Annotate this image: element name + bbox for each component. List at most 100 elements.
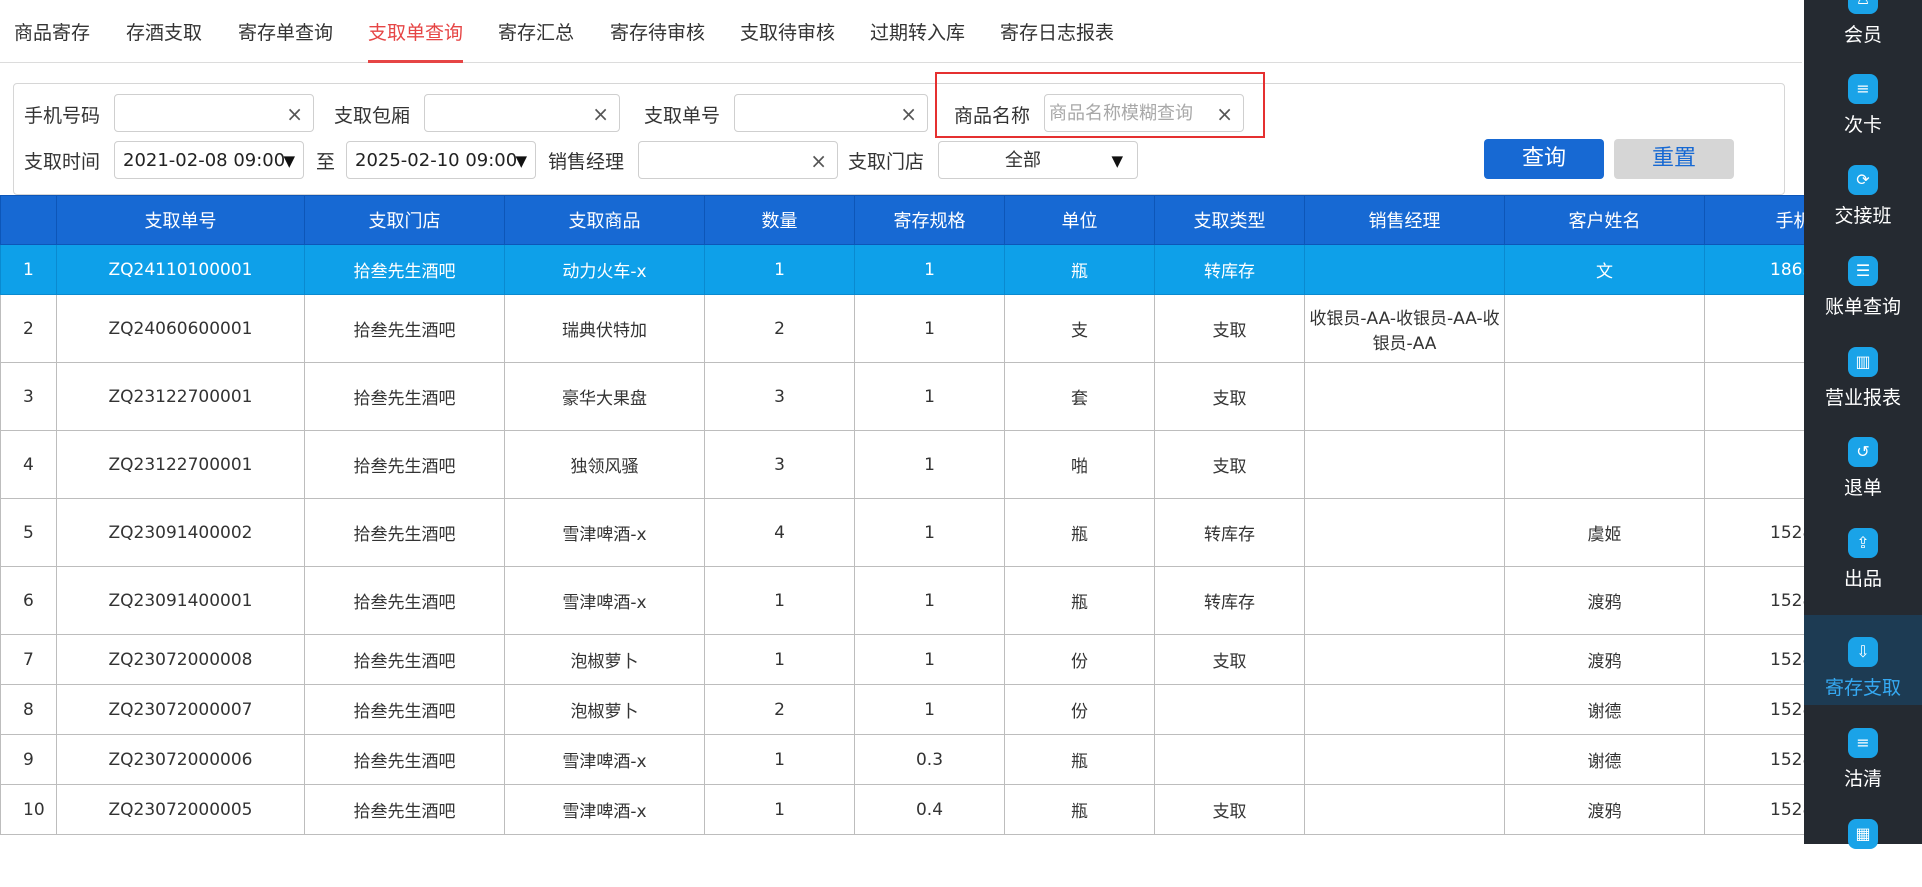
cell-quantity: 1 (704, 566, 855, 635)
cell-withdraw-product: 豪华大果盘 (504, 362, 705, 431)
cell-withdraw-order-no: ZQ23072000005 (56, 784, 305, 835)
sidebar-item-label: 营业报表 (1824, 387, 1901, 409)
cell-withdraw-order-no: ZQ23091400001 (56, 566, 305, 635)
shift-icon: ⟳ (1848, 165, 1878, 195)
column-header-unit: 单位 (1004, 195, 1155, 245)
sidebar-item-card[interactable]: ≡ 次卡 (1804, 52, 1922, 142)
tab-storage-pending-review[interactable]: 寄存待审核 (610, 0, 705, 62)
cell-quantity: 1 (704, 244, 855, 295)
clear-icon[interactable]: × (810, 142, 827, 180)
cell-withdraw-product: 雪津啤酒-x (504, 566, 705, 635)
withdraw-store-select[interactable]: 全部 ▼ (938, 141, 1138, 179)
cell-quantity: 2 (704, 684, 855, 735)
cell-unit: 份 (1004, 634, 1155, 685)
withdraw-time-label: 支取时间 (24, 151, 101, 173)
tab-storage-log-report[interactable]: 寄存日志报表 (1000, 0, 1114, 62)
sidebar-item-shift[interactable]: ⟳ 交接班 (1804, 143, 1922, 233)
sidebar-item-output[interactable]: ⇪ 出品 (1804, 506, 1922, 596)
sidebar-item-label: 退单 (1843, 477, 1882, 499)
cell-withdraw-store: 拾叁先生酒吧 (304, 634, 505, 685)
sidebar-item-label: 寄存支取 (1824, 677, 1901, 699)
cell-withdraw-type: 支取 (1154, 784, 1305, 835)
table-row[interactable]: 7ZQ23072000008拾叁先生酒吧泡椒萝卜11份支取渡鸦152804 (0, 634, 1804, 685)
right-sidebar: ♙ 会员 ≡ 次卡 ⟳ 交接班 ☰ 账单查询 ▥ 营业报表 ↺ 退单 ⇪ 出品 ⇩ 寄存支取 ≡ 沽清 ▦ (1804, 0, 1922, 849)
cell-withdraw-order-no: ZQ23122700001 (56, 430, 305, 499)
table-row[interactable]: 2 ZQ24060600001 拾叁先生酒吧 瑞典伏特加 2 1 支支取 收银员-AA-收银员… (0, 294, 1804, 363)
sales-manager-input[interactable]: × (638, 141, 838, 179)
cell-phone (1704, 362, 1804, 431)
phone-label: 手机号码 (24, 105, 101, 127)
clear-icon[interactable]: × (900, 95, 917, 133)
table-row[interactable]: 6ZQ23091400001拾叁先生酒吧雪津啤酒-x11瓶转库存渡鸦152804 (0, 566, 1804, 635)
cell-customer-name (1504, 294, 1705, 363)
cell-quantity: 4 (704, 498, 855, 567)
table-row[interactable]: 5ZQ23091400002拾叁先生酒吧雪津啤酒-x41瓶转库存 虞姬152804 (0, 498, 1804, 567)
cell-storage-spec: 0.3 (854, 734, 1005, 785)
room-input[interactable]: × (424, 94, 620, 132)
cell-sales-manager (1304, 734, 1505, 785)
cell-storage-spec: 1 (854, 634, 1005, 685)
table-row[interactable]: 1ZQ24110100001拾叁先生酒吧动力火车-x11瓶转库存文186503 (0, 244, 1804, 295)
order-number-label: 支取单号 (644, 105, 721, 127)
clear-icon[interactable]: × (592, 95, 609, 133)
query-button[interactable]: 查询 (1484, 139, 1604, 179)
cell-withdraw-type: 支取 (1154, 362, 1305, 431)
withdraw-store-label: 支取门店 (848, 151, 925, 173)
table-row[interactable]: 4 ZQ23122700001 拾叁先生酒吧 独领风骚 3 1 啪支取 (0, 430, 1804, 499)
cell-withdraw-order-no: ZQ24060600001 (56, 294, 305, 363)
cell-unit: 瓶 (1004, 734, 1155, 785)
results-table: 支取单号支取门店支取商品数量寄存规格单位支取类型销售经理客户姓名手机号 1ZQ2… (0, 195, 1804, 844)
sidebar-item-refund[interactable]: ↺ 退单 (1804, 415, 1922, 505)
tab-expired-to-stock[interactable]: 过期转入库 (870, 0, 965, 62)
room-label: 支取包厢 (334, 105, 411, 127)
tab-product-storage[interactable]: 商品寄存 (14, 0, 90, 62)
sidebar-item-member[interactable]: ♙ 会员 (1804, 0, 1922, 52)
cell-customer-name (1504, 430, 1705, 499)
tab-wine-withdraw[interactable]: 存酒支取 (126, 0, 202, 62)
cell-withdraw-product: 泡椒萝卜 (504, 634, 705, 685)
sales-manager-label: 销售经理 (548, 151, 625, 173)
sidebar-item-soldout[interactable]: ≡ 沽清 (1804, 706, 1922, 796)
cell-withdraw-product: 雪津啤酒-x (504, 784, 705, 835)
cell-row-index: 9 (0, 734, 57, 785)
order-number-input[interactable]: × (734, 94, 928, 132)
bill-icon: ☰ (1848, 256, 1878, 286)
table-row[interactable]: 10ZQ23072000005拾叁先生酒吧雪津啤酒-x10.4瓶支取 渡鸦1528… (0, 784, 1804, 835)
column-header-row-index (0, 195, 57, 245)
clear-icon[interactable]: × (286, 95, 303, 133)
tab-storage-order-query[interactable]: 寄存单查询 (238, 0, 333, 62)
sidebar-item-bill[interactable]: ☰ 账单查询 (1804, 234, 1922, 324)
cell-quantity: 3 (704, 362, 855, 431)
table-row[interactable]: 9ZQ23072000006拾叁先生酒吧雪津啤酒-x10.3瓶 谢德152804 (0, 734, 1804, 785)
cell-sales-manager: 收银员-AA-收银员-AA-收银员-AA (1304, 294, 1505, 363)
sidebar-item-more[interactable]: ▦ (1804, 797, 1922, 887)
cell-withdraw-type: 转库存 (1154, 244, 1305, 295)
soldout-icon: ≡ (1848, 728, 1878, 758)
cell-customer-name: 渡鸦 (1504, 634, 1705, 685)
table-row[interactable]: 3 ZQ23122700001 拾叁先生酒吧 豪华大果盘 3 1 套支取 (0, 362, 1804, 431)
reset-button[interactable]: 重置 (1614, 139, 1734, 179)
tab-withdraw-order-query[interactable]: 支取单查询 (368, 0, 464, 63)
cell-customer-name: 文 (1504, 244, 1705, 295)
sidebar-item-storage[interactable]: ⇩ 寄存支取 (1804, 615, 1922, 705)
table-row[interactable]: 8ZQ23072000007拾叁先生酒吧泡椒萝卜21份 谢德152804 (0, 684, 1804, 735)
sidebar-item-label: 会员 (1843, 24, 1882, 46)
cell-customer-name: 渡鸦 (1504, 566, 1705, 635)
cell-sales-manager (1304, 784, 1505, 835)
column-header-withdraw-type: 支取类型 (1154, 195, 1305, 245)
cell-quantity: 1 (704, 734, 855, 785)
sidebar-item-label: 次卡 (1843, 114, 1882, 136)
cell-row-index: 8 (0, 684, 57, 735)
cell-phone: 186503 (1704, 244, 1804, 295)
tab-storage-summary[interactable]: 寄存汇总 (498, 0, 574, 62)
time-end-picker[interactable]: 2025-02-10 09:00 ▼ (346, 141, 536, 179)
sidebar-item-report[interactable]: ▥ 营业报表 (1804, 325, 1922, 415)
tab-withdraw-pending-review[interactable]: 支取待审核 (740, 0, 835, 62)
sidebar-item-label: 出品 (1843, 568, 1882, 590)
highlight-box (935, 72, 1265, 138)
output-icon: ⇪ (1848, 528, 1878, 558)
time-start-picker[interactable]: 2021-02-08 09:00 ▼ (114, 141, 304, 179)
cell-storage-spec: 1 (854, 430, 1005, 499)
phone-input[interactable]: × (114, 94, 314, 132)
time-start-value: 2021-02-08 09:00 (123, 150, 286, 171)
